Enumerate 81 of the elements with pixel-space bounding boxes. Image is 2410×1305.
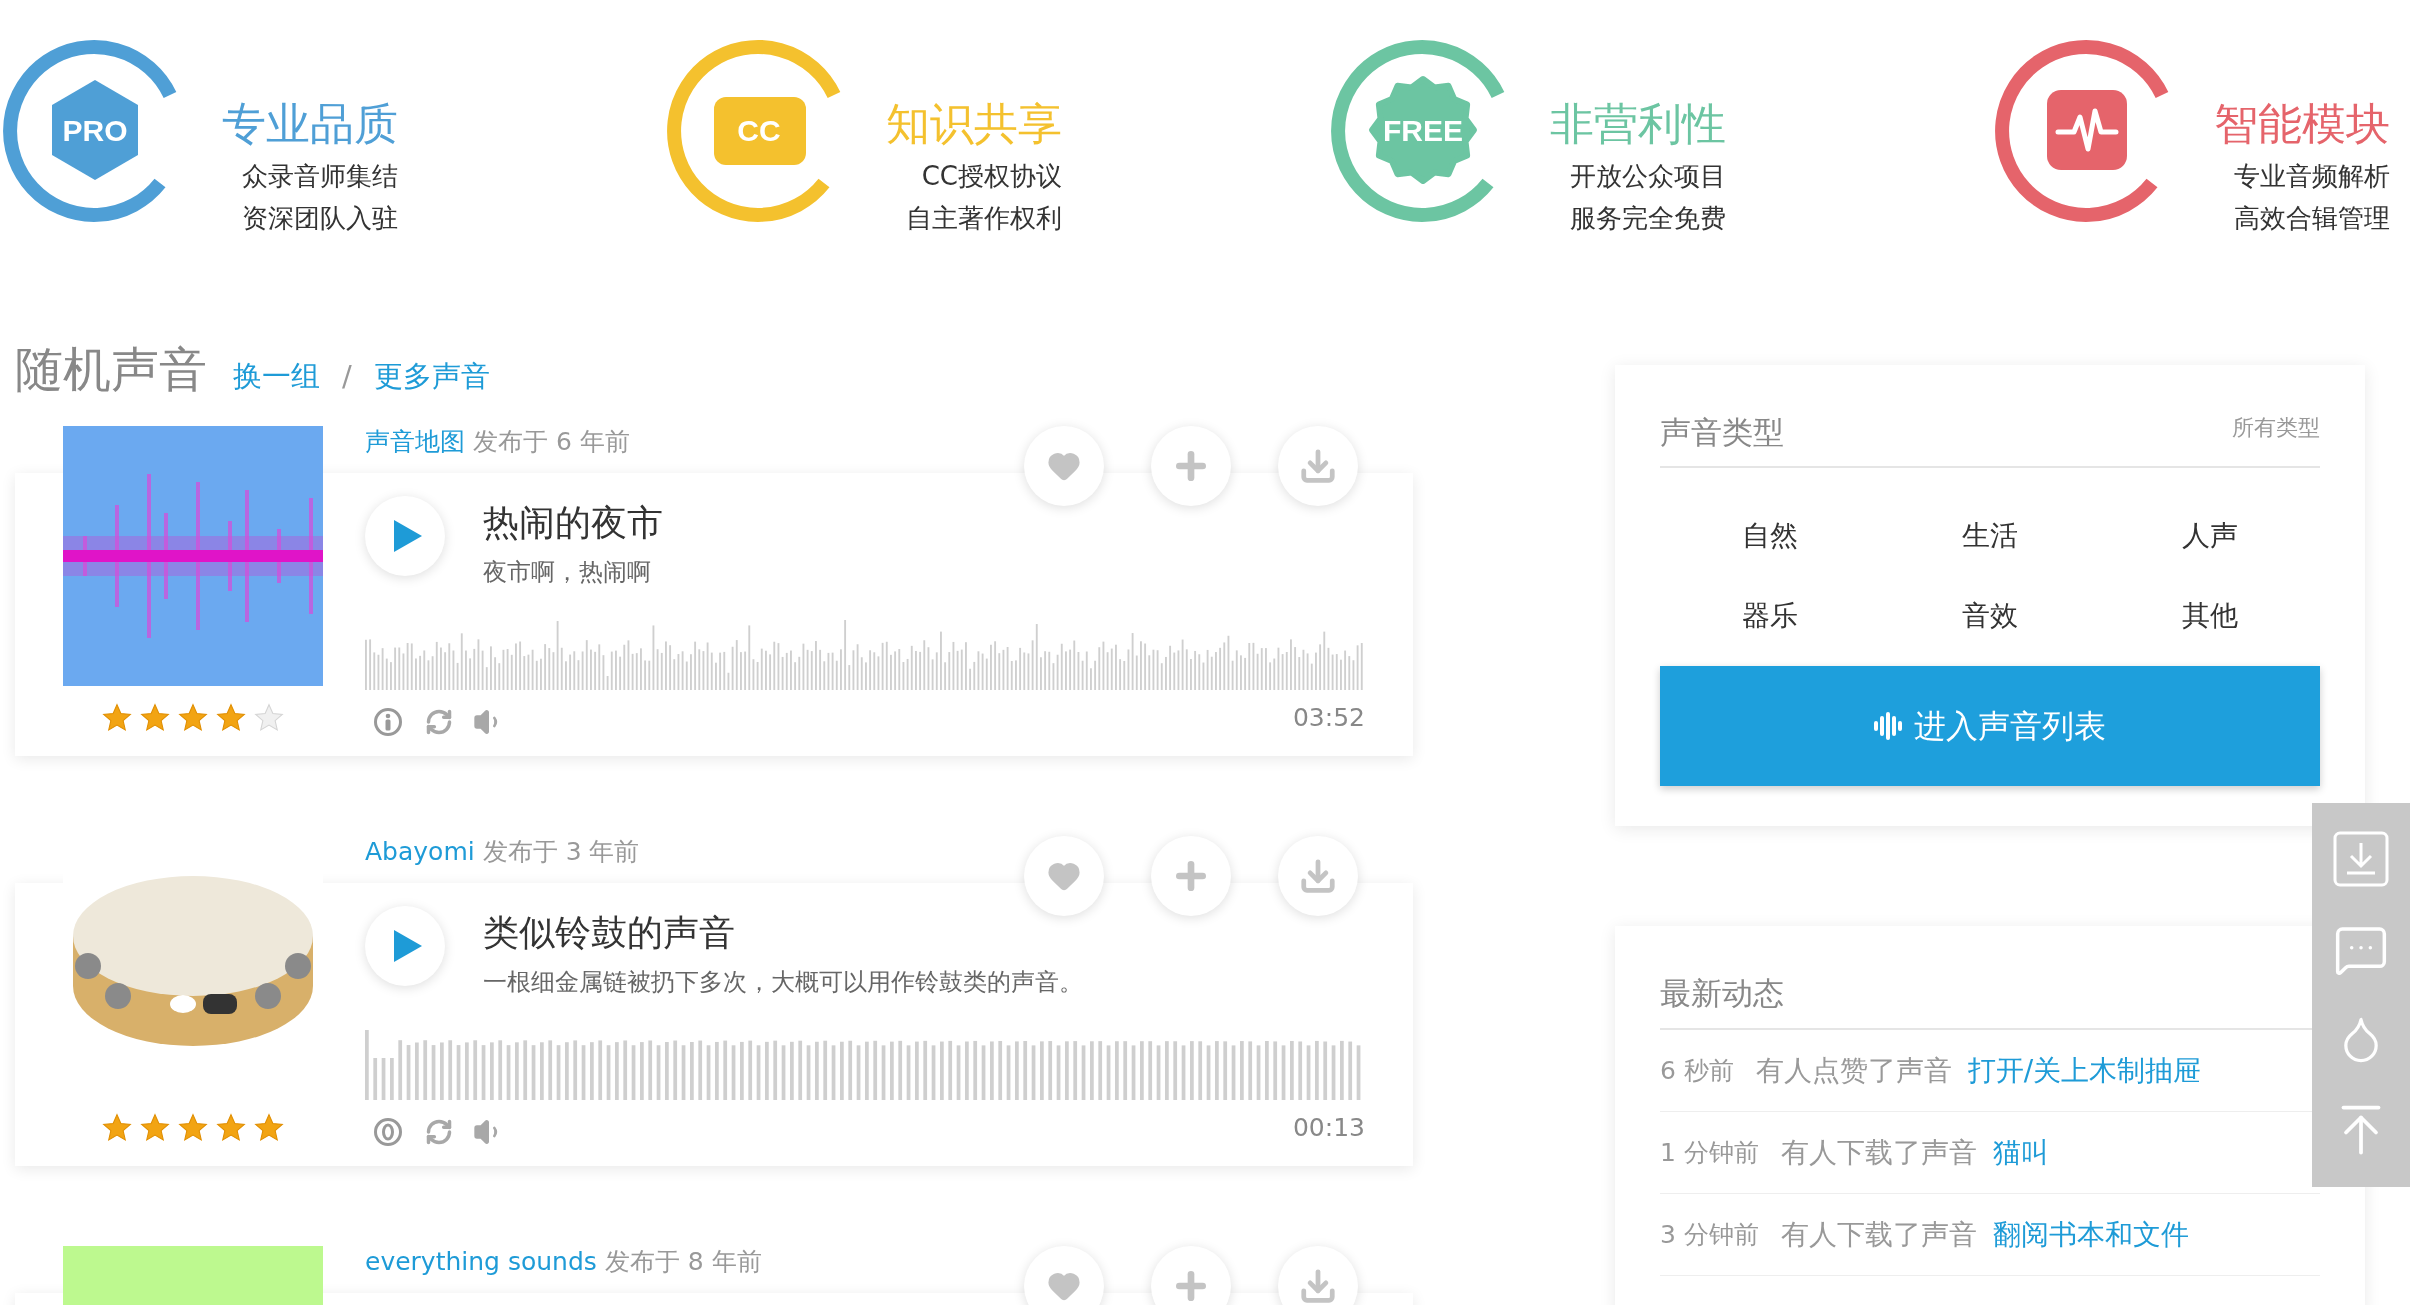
star-icon	[177, 702, 209, 734]
separator: /	[342, 358, 352, 395]
star-icon	[215, 702, 247, 734]
sound-description: 一根细金属链被扔下多次，大概可以用作铃鼓类的声音。	[483, 967, 1083, 998]
like-button[interactable]	[1024, 1246, 1104, 1305]
feature-subtitle: 自主著作权利	[906, 202, 1062, 235]
shuffle-link[interactable]: 换一组	[233, 355, 320, 399]
feature-title: 非营利性	[1550, 97, 1726, 151]
waveform[interactable]	[365, 620, 1365, 690]
category-link[interactable]: 生活	[1880, 495, 2100, 576]
author-link[interactable]: 声音地图	[365, 422, 465, 461]
more-link[interactable]: 更多声音	[373, 355, 490, 399]
star-icon	[101, 702, 133, 734]
section-title: 随机声音	[15, 340, 207, 399]
download-button[interactable]	[1278, 1246, 1358, 1305]
download-icon	[1299, 447, 1337, 485]
add-button[interactable]	[1151, 426, 1231, 506]
like-button[interactable]	[1024, 426, 1104, 506]
post-time: 发布于 3 年前	[482, 835, 640, 868]
author-link[interactable]: everything sounds	[365, 1242, 597, 1281]
star-icon	[101, 1112, 133, 1144]
author-link[interactable]: Abayomi	[365, 832, 475, 871]
like-button[interactable]	[1024, 836, 1104, 916]
download-button[interactable]	[1278, 426, 1358, 506]
download-icon	[1299, 857, 1337, 895]
badge-label: FREE	[1382, 112, 1464, 149]
category-link[interactable]: 器乐	[1660, 575, 1880, 656]
category-link[interactable]: 自然	[1660, 495, 1880, 576]
star-icon	[139, 1112, 171, 1144]
feature-subtitle: 众录音师集结	[242, 160, 398, 193]
duration: 03:52	[1292, 702, 1365, 735]
download-button[interactable]	[1278, 836, 1358, 916]
sound-title[interactable]: 类似铃鼓的声音	[483, 908, 1083, 958]
download-icon	[1299, 1267, 1337, 1305]
feature-title: 智能模块	[2214, 97, 2390, 151]
sound-link[interactable]: 打开/关上木制抽屉	[1967, 1049, 2202, 1092]
badge-label: CC	[736, 112, 782, 149]
sound-title[interactable]: 热闹的夜市	[483, 498, 663, 548]
sound-description: 夜市啊，热闹啊	[483, 557, 652, 588]
post-time: 发布于 6 年前	[473, 425, 630, 458]
sound-link[interactable]: 猫叫	[1992, 1131, 2049, 1174]
download-box-icon[interactable]	[2333, 830, 2389, 887]
activity-time: 3 分钟前	[1660, 1218, 1759, 1251]
activity-time: 1 分钟前	[1660, 1136, 1759, 1169]
category-link[interactable]: 人声	[2100, 495, 2320, 576]
zero-circle-icon	[373, 1117, 403, 1147]
star-icon	[215, 1112, 247, 1144]
repeat-icon[interactable]	[425, 708, 453, 736]
panel-title: 声音类型	[1660, 413, 1784, 452]
play-icon	[393, 930, 422, 962]
add-button[interactable]	[1151, 1246, 1231, 1305]
feature-subtitle: 高效合辑管理	[2234, 202, 2390, 235]
panel-title: 最新动态	[1660, 974, 1784, 1011]
sound-list-button[interactable]: 进入声音列表	[1660, 665, 2320, 786]
activity-text: 有人下载了声音	[1780, 1134, 1977, 1171]
feature-subtitle: CC授权协议	[921, 160, 1062, 193]
activity-text: 有人点赞了声音	[1755, 1052, 1952, 1089]
post-time: 发布于 8 年前	[604, 1245, 762, 1278]
all-types-link[interactable]: 所有类型	[2232, 411, 2320, 444]
add-button[interactable]	[1151, 836, 1231, 916]
activity-time: 6 秒前	[1660, 1054, 1734, 1087]
duration: 00:13	[1292, 1112, 1365, 1145]
category-link[interactable]: 音效	[1880, 575, 2100, 656]
repeat-icon[interactable]	[425, 1118, 453, 1146]
category-link[interactable]: 其他	[2100, 575, 2320, 656]
sound-wave-icon	[1874, 711, 1902, 740]
star-icon	[253, 1112, 285, 1144]
feature-subtitle: 服务完全免费	[1570, 202, 1726, 235]
feature-subtitle: 资深团队入驻	[242, 202, 398, 235]
sound-link[interactable]: 翻阅书本和文件	[1992, 1213, 2189, 1256]
feature-title: 知识共享	[886, 97, 1062, 151]
feature-title: 专业品质	[222, 97, 398, 151]
feature-subtitle: 开放公众项目	[1570, 160, 1726, 193]
star-icon	[139, 702, 171, 734]
feature-subtitle: 专业音频解析	[2234, 160, 2390, 193]
star-icon	[177, 1112, 209, 1144]
activity-text: 有人下载了声音	[1780, 1216, 1977, 1253]
badge-label: PRO	[61, 112, 129, 149]
play-icon	[393, 520, 422, 552]
person-circle-icon	[373, 707, 403, 737]
star-icon	[253, 702, 285, 734]
